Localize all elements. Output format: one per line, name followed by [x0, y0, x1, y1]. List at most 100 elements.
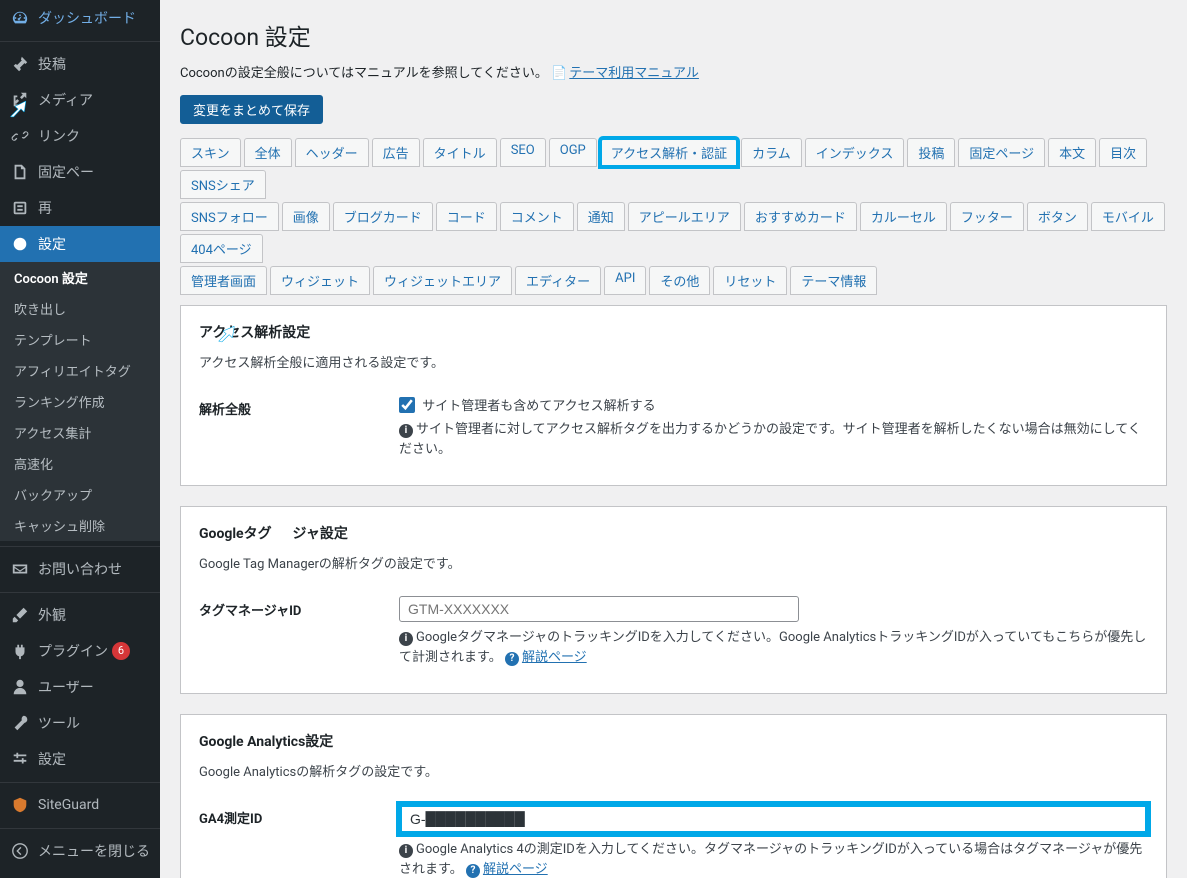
menu-reusable[interactable]: 再 — [0, 190, 160, 226]
menu-label: 投稿 — [38, 54, 66, 74]
collapse-icon — [10, 841, 30, 861]
page-icon — [10, 162, 30, 182]
menu-contact[interactable]: お問い合わせ — [0, 551, 160, 587]
menu-siteguard[interactable]: SiteGuard — [0, 787, 160, 823]
settings-tab[interactable]: API — [604, 266, 646, 295]
checkbox-label-wrap[interactable]: サイト管理者も含めてアクセス解析する — [399, 399, 656, 414]
settings-tab[interactable]: スキン — [180, 138, 241, 167]
settings-tab[interactable]: SNSシェア — [180, 170, 266, 199]
settings-tab[interactable]: 画像 — [282, 202, 330, 231]
update-badge: 6 — [112, 642, 130, 660]
field-help: iGoogleタグマネージャのトラッキングIDを入力してください。Google … — [399, 628, 1148, 667]
menu-label: リンク — [38, 126, 80, 146]
row-label: タグマネージャID — [199, 596, 399, 619]
menu-label: メニューを閉じる — [38, 841, 150, 861]
intro-text: Cocoonの設定全般についてはマニュアルを参照してください。 📄テーマ利用マニ… — [180, 62, 1167, 81]
settings-tab[interactable]: テーマ情報 — [790, 266, 877, 295]
sliders-icon — [10, 749, 30, 769]
admin-sidebar: ダッシュボード 投稿 メディア リンク 固定ペー 再 設定 Cocoon 設定 … — [0, 0, 160, 878]
admin-analytics-checkbox[interactable] — [399, 397, 415, 413]
menu-media[interactable]: メディア — [0, 82, 160, 118]
settings-tab[interactable]: フッター — [950, 202, 1024, 231]
info-icon: i — [399, 632, 413, 646]
menu-links[interactable]: リンク — [0, 118, 160, 154]
section-desc: アクセス解析全般に適用される設定です。 — [199, 352, 1148, 371]
settings-tab[interactable]: おすすめカード — [744, 202, 857, 231]
settings-tab[interactable]: その他 — [649, 266, 710, 295]
checkbox-label: サイト管理者も含めてアクセス解析する — [422, 399, 655, 414]
submenu-backup[interactable]: バックアップ — [0, 479, 160, 510]
settings-tab[interactable]: 広告 — [372, 138, 420, 167]
menu-label: ダッシュボード — [38, 8, 136, 28]
menu-label: 固定ペー — [38, 162, 94, 182]
settings-tab[interactable]: アピールエリア — [628, 202, 741, 231]
settings-tab[interactable]: リセット — [713, 266, 787, 295]
settings-tab[interactable]: 通知 — [577, 202, 625, 231]
settings-tab[interactable]: インデックス — [805, 138, 905, 167]
menu-label: SiteGuard — [38, 797, 99, 813]
settings-tab[interactable]: カルーセル — [860, 202, 947, 231]
settings-tab[interactable]: ボタン — [1027, 202, 1088, 231]
gtm-id-input[interactable] — [399, 596, 799, 622]
settings-tab[interactable]: カラム — [741, 138, 802, 167]
settings-tab[interactable]: SNSフォロー — [180, 202, 279, 231]
settings-tab[interactable]: 目次 — [1099, 138, 1147, 167]
plugin-icon — [10, 641, 30, 661]
ga4-id-input[interactable] — [402, 807, 797, 831]
settings-tab[interactable]: 固定ページ — [958, 138, 1045, 167]
settings-tab[interactable]: モバイル — [1091, 202, 1165, 231]
menu-cocoon[interactable]: 設定 — [0, 226, 160, 262]
menu-dashboard[interactable]: ダッシュボード — [0, 0, 160, 36]
help-link[interactable]: 解説ページ — [483, 862, 548, 877]
menu-plugins[interactable]: プラグイン 6 — [0, 633, 160, 669]
settings-tab[interactable]: 投稿 — [907, 138, 955, 167]
menu-collapse[interactable]: メニューを閉じる — [0, 833, 160, 869]
access-analytics-section: アクセス解析設定 アクセス解析全般に適用される設定です。 解析全般 サイト管理者… — [180, 305, 1167, 486]
save-button[interactable]: 変更をまとめて保存 — [180, 95, 323, 124]
user-icon — [10, 677, 30, 697]
submenu-speech[interactable]: 吹き出し — [0, 293, 160, 324]
settings-tab[interactable]: 本文 — [1048, 138, 1096, 167]
menu-label: 再 — [38, 198, 52, 218]
shield-icon — [10, 795, 30, 815]
settings-tab[interactable]: ブログカード — [333, 202, 433, 231]
menu-label: 外観 — [38, 605, 66, 625]
submenu-cache[interactable]: キャッシュ削除 — [0, 510, 160, 541]
settings-tab[interactable]: SEO — [500, 138, 546, 167]
help-link[interactable]: 解説ページ — [522, 650, 587, 665]
menu-appearance[interactable]: 外観 — [0, 597, 160, 633]
settings-tab[interactable]: ヘッダー — [295, 138, 369, 167]
help-icon: ? — [466, 864, 480, 878]
submenu-speed[interactable]: 高速化 — [0, 448, 160, 479]
dashboard-icon — [10, 8, 30, 28]
form-row-analytics-general: 解析全般 サイト管理者も含めてアクセス解析する iサイト管理者に対してアクセス解… — [199, 387, 1148, 467]
submenu-ranking[interactable]: ランキング作成 — [0, 386, 160, 417]
settings-tab[interactable]: エディター — [515, 266, 601, 295]
submenu-template[interactable]: テンプレート — [0, 324, 160, 355]
menu-tools[interactable]: ツール — [0, 705, 160, 741]
row-label: 解析全般 — [199, 395, 399, 418]
submenu-access[interactable]: アクセス集計 — [0, 417, 160, 448]
settings-tab[interactable]: タイトル — [423, 138, 497, 167]
settings-tabs: スキン全体ヘッダー広告タイトルSEOOGPアクセス解析・認証カラムインデックス投… — [180, 138, 1167, 295]
wrench-icon — [10, 713, 30, 733]
media-icon — [10, 90, 30, 110]
section-desc: Google Tag Managerの解析タグの設定です。 — [199, 553, 1148, 572]
manual-link[interactable]: テーマ利用マニュアル — [569, 66, 699, 81]
settings-tab[interactable]: ウィジェットエリア — [373, 266, 512, 295]
settings-tab[interactable]: アクセス解析・認証 — [600, 138, 738, 167]
menu-users[interactable]: ユーザー — [0, 669, 160, 705]
settings-tab[interactable]: 全体 — [244, 138, 292, 167]
settings-tab[interactable]: コメント — [500, 202, 574, 231]
menu-settings[interactable]: 設定 — [0, 741, 160, 777]
settings-tab[interactable]: 404ページ — [180, 234, 263, 263]
settings-tab[interactable]: 管理者画面 — [180, 266, 267, 295]
menu-pages[interactable]: 固定ペー — [0, 154, 160, 190]
settings-tab[interactable]: コード — [436, 202, 497, 231]
submenu-affiliate[interactable]: アフィリエイトタグ — [0, 355, 160, 386]
menu-posts[interactable]: 投稿 — [0, 46, 160, 82]
submenu-cocoon-settings[interactable]: Cocoon 設定 — [0, 262, 160, 293]
settings-tab[interactable]: OGP — [549, 138, 597, 167]
settings-tab[interactable]: ウィジェット — [270, 266, 370, 295]
gtm-section: Googleタグ ジャ設定 Google Tag Managerの解析タグの設定… — [180, 506, 1167, 694]
